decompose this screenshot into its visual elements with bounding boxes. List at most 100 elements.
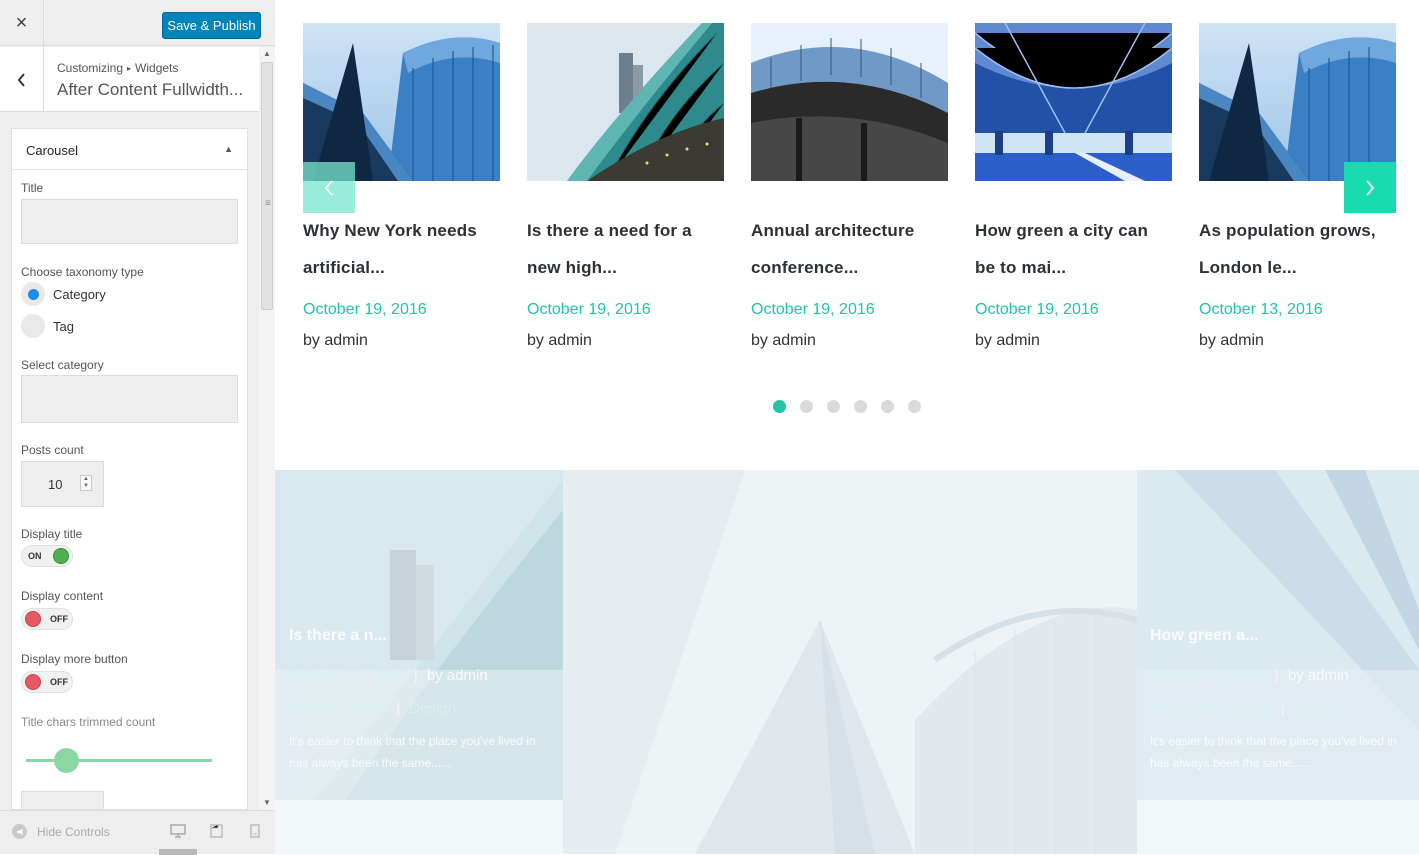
save-publish-button[interactable]: Save & Publish	[162, 12, 261, 39]
carousel-card[interactable]: Is there a need for a new high... Octobe…	[527, 23, 725, 350]
back-button[interactable]	[0, 47, 44, 112]
scroll-down-arrow[interactable]: ▼	[259, 796, 275, 810]
category-select[interactable]	[21, 375, 238, 423]
customizer-sidebar: × Save & Publish Customizing ▸ Widgets Aft…	[0, 0, 275, 855]
site-preview: Why New York needs artificial... October…	[275, 0, 1419, 854]
featured-post-date[interactable]: October 19, 2016	[1150, 667, 1266, 684]
post-title[interactable]: Is there a need for a new high...	[527, 212, 724, 286]
sidebar-scrollbar[interactable]: ▲ ≡ ▼	[259, 47, 275, 810]
featured-post-author[interactable]: by admin	[427, 667, 488, 684]
category-link[interactable]: Interior	[1294, 700, 1341, 717]
meta-divider: |	[413, 667, 418, 684]
featured-post-date[interactable]: October 19, 2016	[289, 667, 405, 684]
radio-tag[interactable]	[21, 314, 45, 338]
widget-header[interactable]: Carousel ▲	[12, 129, 247, 170]
toggle-state: ON	[28, 551, 42, 561]
post-date[interactable]: October 19, 2016	[303, 301, 500, 319]
chevron-left-icon	[17, 72, 25, 87]
carousel-prev-button[interactable]	[303, 162, 355, 213]
featured-post-categories: Landscape design | Interior	[1150, 700, 1340, 717]
collapse-icon: ◀	[12, 824, 27, 839]
desktop-icon[interactable]	[170, 824, 186, 838]
scroll-thumb[interactable]: ≡	[261, 62, 273, 310]
featured-posts-section: Is there a n... October 19, 2016 | by admi…	[275, 470, 1419, 854]
breadcrumb-item: Widgets	[135, 61, 179, 75]
post-thumbnail[interactable]	[1199, 23, 1396, 181]
post-author[interactable]: by admin	[1199, 332, 1396, 350]
featured-background-image	[275, 470, 1419, 854]
post-date[interactable]: October 19, 2016	[751, 301, 948, 319]
panel-header: Customizing ▸ Widgets After Content Fullwi…	[0, 47, 259, 112]
active-device-indicator	[159, 849, 197, 855]
featured-post-meta: October 19, 2016 | by admin	[1150, 667, 1349, 684]
customizer-header: × Save & Publish	[0, 0, 275, 46]
post-date[interactable]: October 19, 2016	[527, 301, 724, 319]
trim-count-slider-handle[interactable]	[54, 748, 80, 773]
carousel-widget-form: Carousel ▲ Title Choose taxonomy type Ca…	[11, 128, 248, 810]
panel-title: After Content Fullwidth...	[57, 80, 244, 99]
post-author[interactable]: by admin	[975, 332, 1172, 350]
post-date[interactable]: October 19, 2016	[975, 301, 1172, 319]
featured-post-categories: Garden design | Design	[289, 700, 456, 717]
display-more-toggle[interactable]: OFF	[21, 671, 73, 693]
featured-post-author[interactable]: by admin	[1288, 667, 1349, 684]
title-input[interactable]	[21, 199, 238, 244]
post-author[interactable]: by admin	[751, 332, 948, 350]
radio-category[interactable]	[21, 282, 45, 306]
featured-post-title[interactable]: Is there a n...	[289, 627, 387, 645]
post-title[interactable]: Why New York needs artificial...	[303, 212, 500, 286]
hide-controls-label: Hide Controls	[37, 824, 110, 839]
posts-count-input[interactable]: 10 ▲ ▼	[21, 461, 104, 507]
post-title[interactable]: Annual architecture conference...	[751, 212, 948, 286]
trim-count-label: Title chars trimmed count	[21, 715, 156, 729]
grip-icon: ≡	[265, 198, 271, 209]
collapse-arrow-icon[interactable]: ▲	[224, 144, 233, 154]
tablet-icon[interactable]	[210, 824, 223, 838]
display-content-toggle[interactable]: OFF	[21, 608, 73, 630]
category-link[interactable]: Garden design	[289, 700, 387, 717]
post-title[interactable]: How green a city can be to mai...	[975, 212, 1172, 286]
featured-post-meta: October 19, 2016 | by admin	[289, 667, 488, 684]
toggle-knob	[25, 674, 41, 690]
customizer-footer: ◀ Hide Controls	[0, 810, 275, 855]
toggle-state: OFF	[50, 614, 68, 624]
display-content-label: Display content	[21, 589, 104, 603]
display-title-toggle[interactable]: ON	[21, 545, 73, 567]
post-author[interactable]: by admin	[527, 332, 724, 350]
carousel-card[interactable]: Annual architecture conference... Octobe…	[751, 23, 948, 350]
display-title-label: Display title	[21, 527, 83, 541]
breadcrumb-separator: ▸	[127, 64, 132, 74]
post-thumbnail[interactable]	[751, 23, 948, 181]
radio-category-label: Category	[53, 287, 106, 302]
chevron-right-icon	[1366, 179, 1375, 196]
post-thumbnail[interactable]	[974, 22, 1173, 181]
pagination-dot[interactable]	[773, 400, 786, 413]
featured-post-title[interactable]: How green a...	[1150, 627, 1258, 645]
mobile-icon[interactable]	[250, 824, 260, 838]
trim-count-input[interactable]	[21, 791, 104, 809]
post-author[interactable]: by admin	[303, 332, 500, 350]
pagination-dot[interactable]	[800, 400, 813, 413]
scroll-up-arrow[interactable]: ▲	[259, 47, 275, 61]
posts-count-label: Posts count	[21, 443, 84, 457]
radio-tag-label: Tag	[53, 319, 74, 334]
pagination-dot[interactable]	[827, 400, 840, 413]
widget-title: Carousel	[26, 143, 79, 158]
number-stepper[interactable]: ▲ ▼	[80, 475, 92, 491]
post-title[interactable]: As population grows, London le...	[1199, 212, 1396, 286]
carousel-next-button[interactable]	[1344, 162, 1396, 213]
close-customizer-button[interactable]: ×	[0, 0, 44, 46]
pagination-dot[interactable]	[881, 400, 894, 413]
featured-post-excerpt: It's easier to think that the place you'…	[1150, 734, 1397, 770]
pagination-dot[interactable]	[908, 400, 921, 413]
display-more-label: Display more button	[21, 652, 128, 666]
toggle-knob	[25, 611, 41, 627]
category-link[interactable]: Design	[409, 700, 456, 717]
post-thumbnail[interactable]	[303, 23, 500, 181]
category-link[interactable]: Landscape design	[1150, 700, 1272, 717]
post-date[interactable]: October 13, 2016	[1199, 301, 1396, 319]
carousel-card[interactable]: How green a city can be to mai... Octobe…	[974, 22, 1173, 350]
post-thumbnail[interactable]	[527, 23, 725, 182]
hide-controls-button[interactable]: ◀ Hide Controls	[12, 824, 110, 839]
pagination-dot[interactable]	[854, 400, 867, 413]
